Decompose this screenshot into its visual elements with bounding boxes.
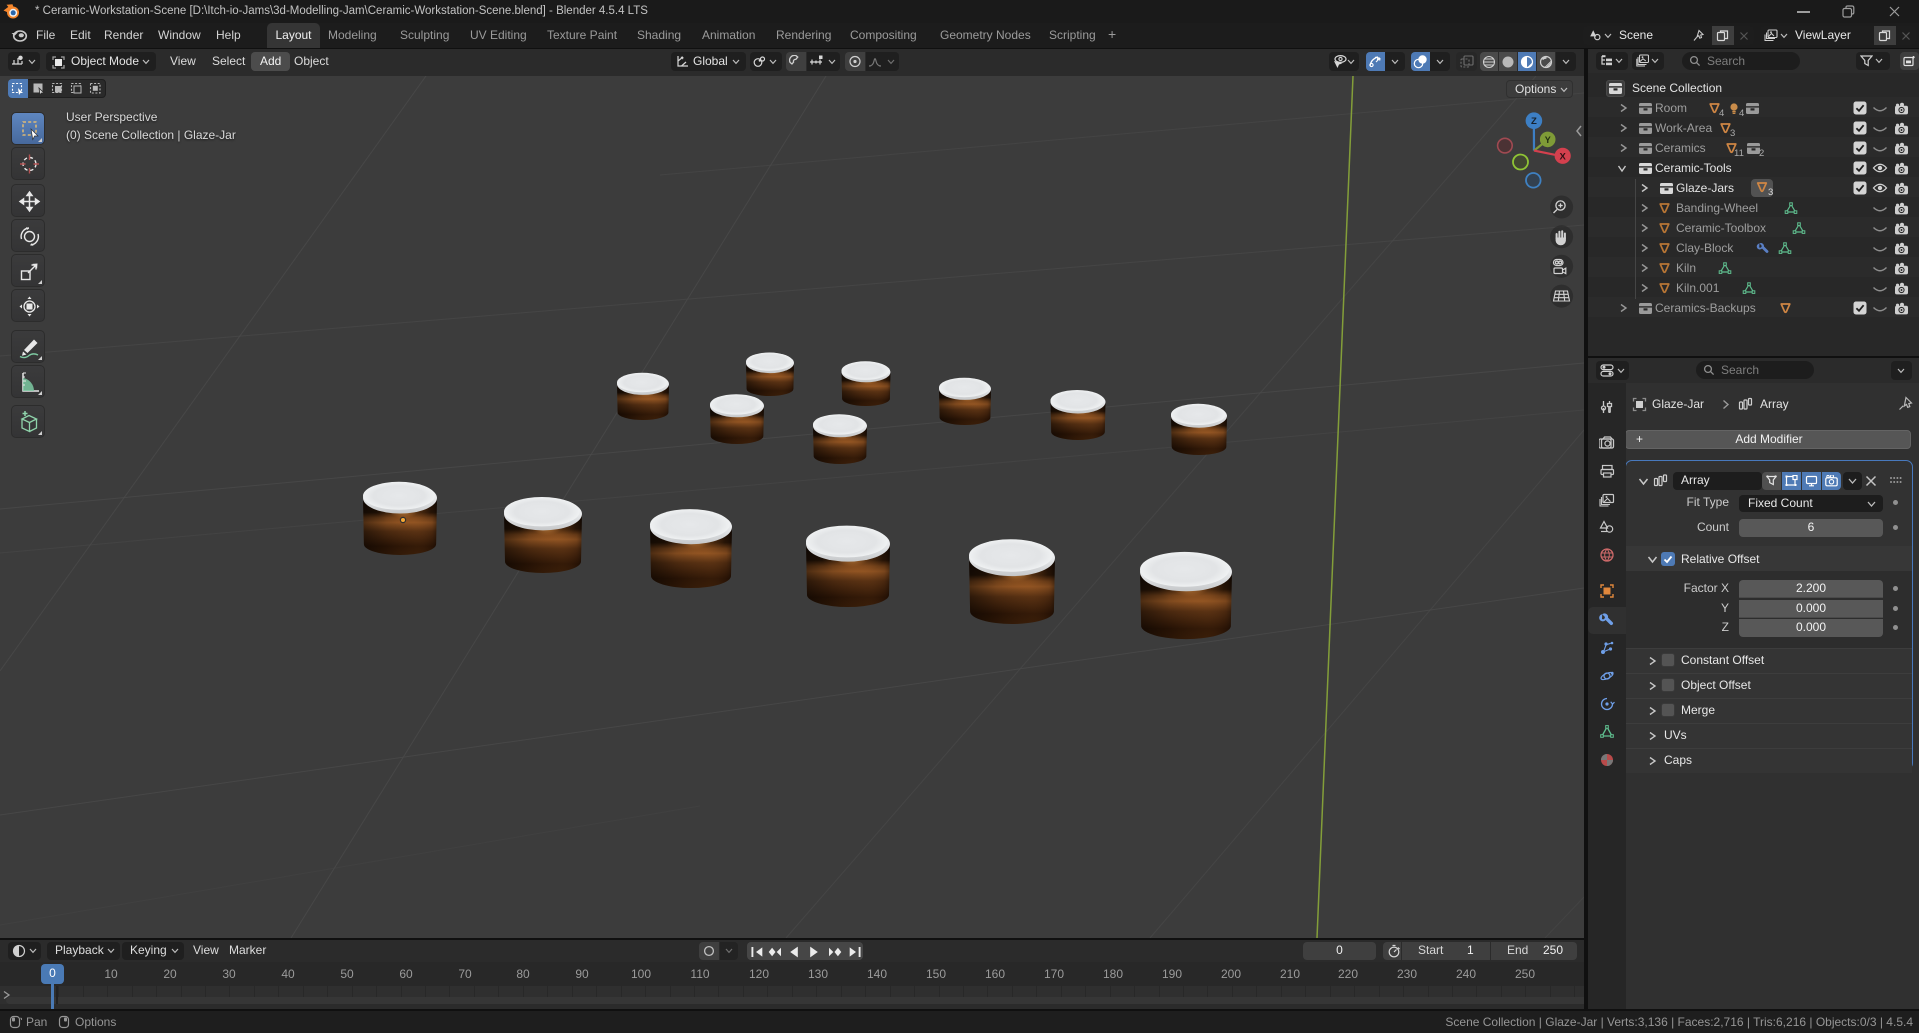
- svg-text:Z: Z: [1531, 116, 1537, 127]
- svg-text:Y: Y: [1545, 135, 1551, 145]
- svg-text:X: X: [1560, 151, 1567, 162]
